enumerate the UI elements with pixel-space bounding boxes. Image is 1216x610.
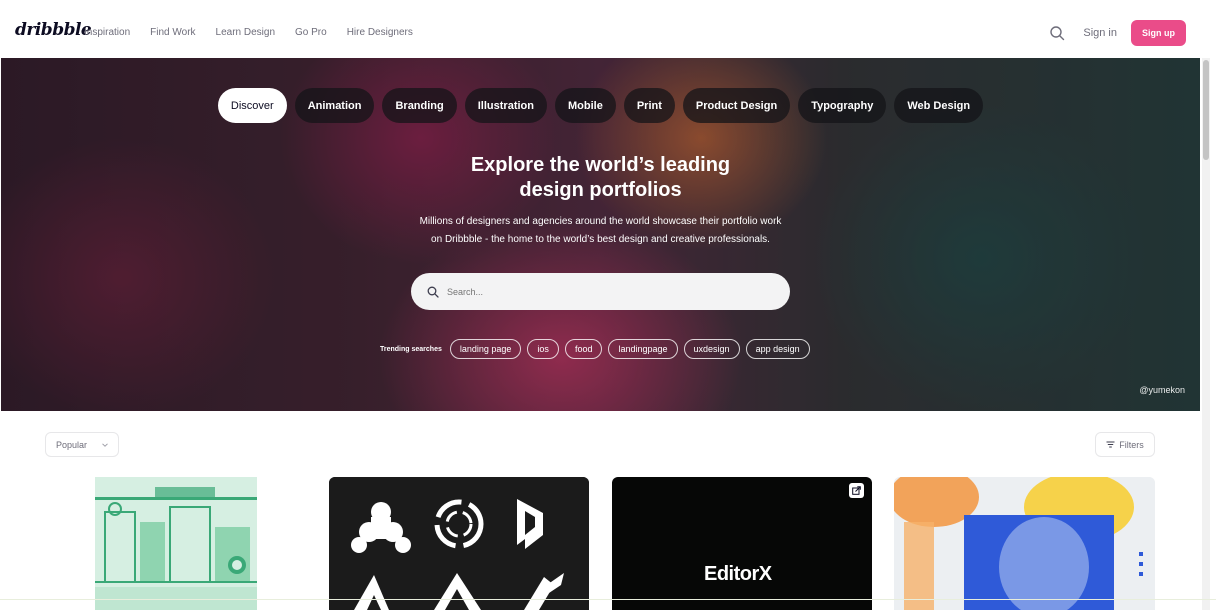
nav-link-learn-design[interactable]: Learn Design: [216, 27, 275, 38]
tab-animation[interactable]: Animation: [294, 88, 375, 123]
trending-tag-app-design[interactable]: app design: [745, 339, 810, 359]
trending-tag-landing-page[interactable]: landing page: [449, 339, 522, 359]
nav-links: Inspiration Find Work Learn Design Go Pr…: [84, 27, 413, 38]
tab-product-design[interactable]: Product Design: [682, 88, 791, 123]
shot-card[interactable]: [47, 477, 306, 610]
hero-subtitle-line-2: on Dribbble - the home to the world’s be…: [431, 234, 770, 245]
nav-link-inspiration[interactable]: Inspiration: [84, 27, 130, 38]
tab-discover[interactable]: Discover: [217, 88, 287, 123]
tab-mobile[interactable]: Mobile: [554, 88, 616, 123]
hero-subtitle: Millions of designers and agencies aroun…: [1, 213, 1200, 249]
filters-label: Filters: [1119, 439, 1144, 450]
bottom-divider: [0, 599, 1216, 600]
category-tabs: Discover Animation Branding Illustration…: [1, 88, 1200, 123]
chevron-down-icon: [102, 443, 108, 447]
hero-title: Explore the world’s leading design portf…: [1, 153, 1200, 203]
page-scrollbar[interactable]: [1202, 58, 1210, 610]
tab-illustration[interactable]: Illustration: [464, 88, 547, 123]
shot-card-title: EditorX: [704, 563, 772, 585]
sign-in-link[interactable]: Sign in: [1083, 27, 1117, 39]
tab-print[interactable]: Print: [623, 88, 675, 123]
hero-subtitle-line-1: Millions of designers and agencies aroun…: [419, 216, 782, 227]
scrollbar-thumb[interactable]: [1203, 60, 1209, 160]
nav-link-go-pro[interactable]: Go Pro: [295, 27, 327, 38]
poster-illustration-image: [894, 477, 1155, 610]
search-icon: [427, 286, 439, 298]
shot-card[interactable]: [894, 477, 1155, 610]
sign-up-button[interactable]: Sign up: [1131, 20, 1186, 46]
dribbble-logo[interactable]: dribbble: [15, 20, 92, 40]
shot-thumbnail: [95, 477, 257, 610]
tab-branding[interactable]: Branding: [382, 88, 457, 123]
city-illustration-image: [95, 477, 257, 610]
shot-card[interactable]: [329, 477, 589, 610]
nav-actions: Sign in Sign up: [1049, 20, 1186, 46]
hero-banner: Discover Animation Branding Illustration…: [1, 58, 1200, 411]
sort-dropdown-label: Popular: [56, 439, 88, 450]
trending-tag-uxdesign[interactable]: uxdesign: [683, 339, 740, 359]
trending-label: Trending searches: [380, 345, 442, 353]
hero-title-line-1: Explore the world’s leading: [470, 154, 731, 176]
trending-tag-landingpage[interactable]: landingpage: [608, 339, 678, 359]
trending-tag-food[interactable]: food: [564, 339, 603, 359]
nav-link-find-work[interactable]: Find Work: [150, 27, 195, 38]
sort-dropdown[interactable]: Popular: [45, 432, 119, 457]
hero-title-line-2: design portfolios: [519, 179, 682, 201]
trending-tag-ios[interactable]: ios: [527, 339, 559, 359]
tab-typography[interactable]: Typography: [798, 88, 887, 123]
trending-searches: Trending searches landing page ios food …: [380, 339, 810, 359]
external-link-icon[interactable]: [849, 483, 864, 498]
nav-link-hire-designers[interactable]: Hire Designers: [347, 27, 413, 38]
hero-search-bar[interactable]: [411, 273, 790, 310]
top-nav: dribbble Inspiration Find Work Learn Des…: [0, 0, 1216, 58]
image-credit[interactable]: @yumekon: [1139, 385, 1185, 395]
search-input[interactable]: [447, 286, 747, 297]
shot-card[interactable]: EditorX: [612, 477, 872, 610]
search-icon[interactable]: [1049, 25, 1065, 41]
tab-web-design[interactable]: Web Design: [894, 88, 984, 123]
filters-button[interactable]: Filters: [1095, 432, 1155, 457]
logo-collection-image: [329, 477, 589, 610]
filter-icon: [1106, 441, 1115, 448]
